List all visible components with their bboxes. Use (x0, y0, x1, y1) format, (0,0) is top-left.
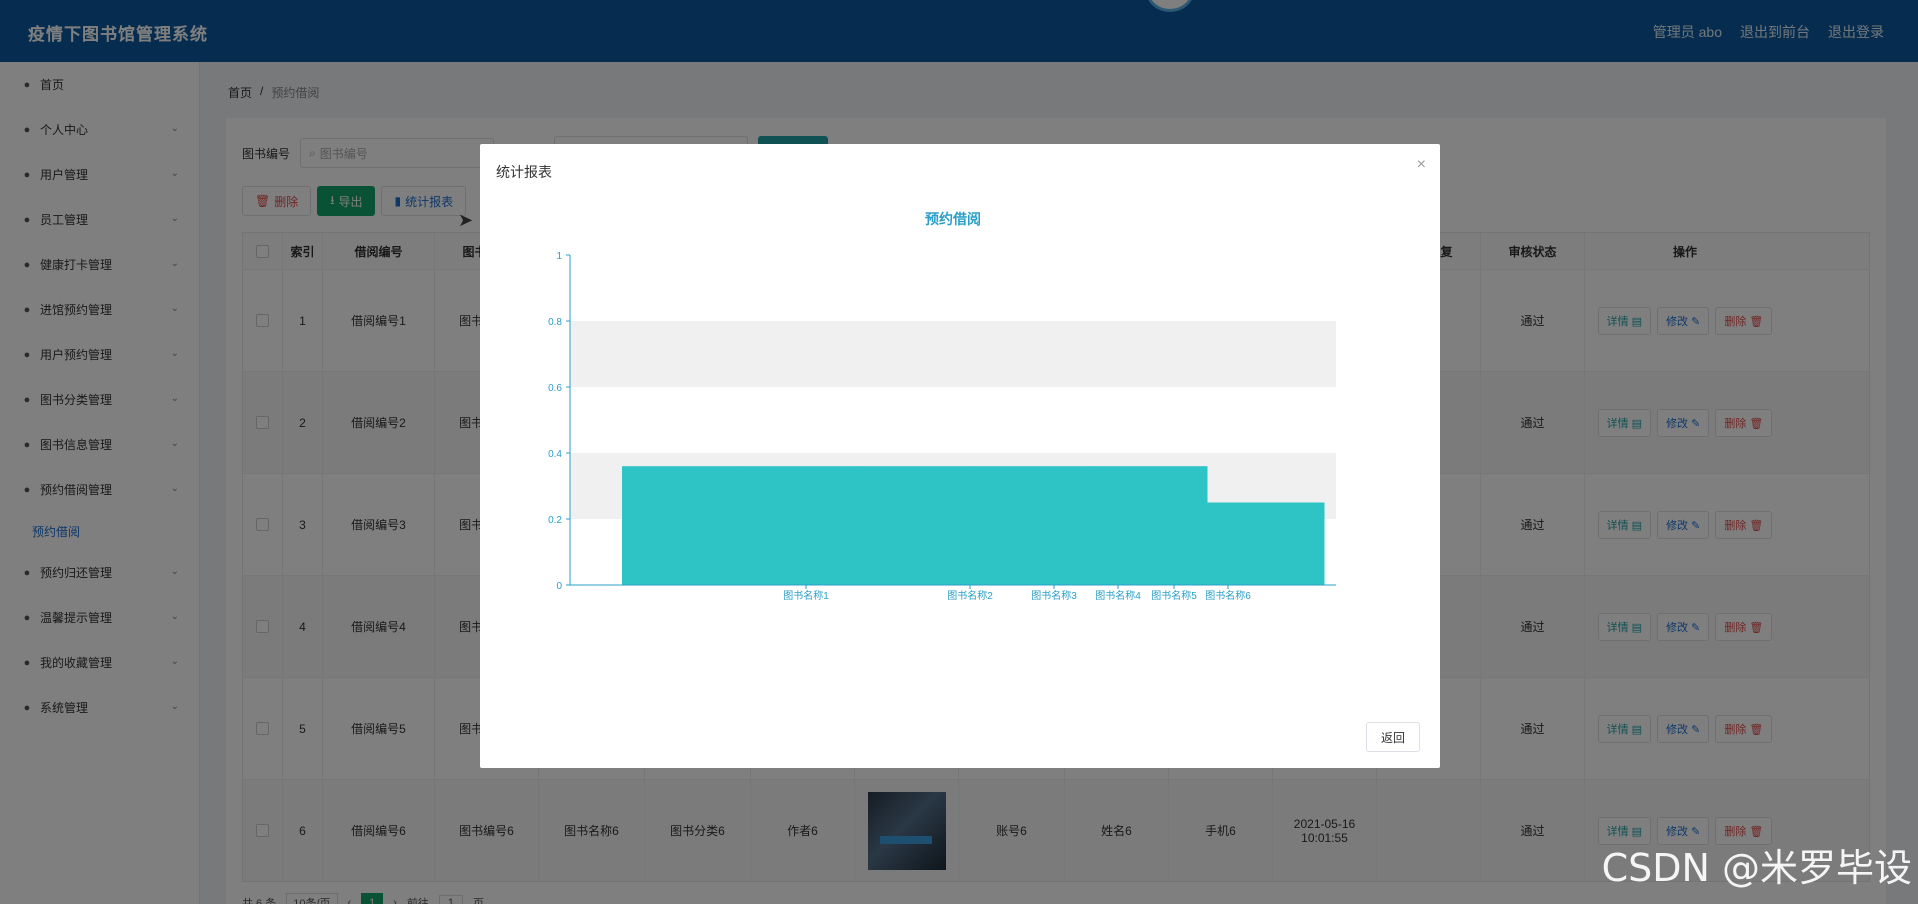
area-segment (1207, 502, 1325, 585)
y-tick-label: 0.8 (548, 317, 562, 328)
stats-modal: 统计报表 × 预约借阅 0 0.2 0.4 0.6 0.8 1 图书名称1 图书名称2 图书名称3… (480, 144, 1440, 768)
mouse-cursor-icon: ➤ (458, 210, 474, 230)
modal-title: 统计报表 (496, 164, 552, 180)
y-tick-label: 1 (556, 251, 562, 262)
y-tick-label: 0 (556, 581, 562, 592)
area-segment (739, 466, 857, 585)
close-icon[interactable]: × (1417, 156, 1426, 174)
chart-band (570, 255, 1336, 321)
back-button[interactable]: 返回 (1365, 722, 1420, 752)
chart-band (570, 387, 1336, 453)
chart-band (570, 321, 1336, 387)
watermark: CSDN @米罗毕设 (1601, 846, 1912, 890)
chart-title: 预约借阅 (925, 211, 981, 227)
x-tick-label: 图书名称2 (947, 589, 993, 602)
stats-chart: 预约借阅 0 0.2 0.4 0.6 0.8 1 图书名称1 图书名称2 图书名称3 图书名称4 图书… (548, 211, 1336, 602)
x-tick-label: 图书名称4 (1095, 589, 1141, 602)
area-segment (856, 466, 974, 585)
x-tick-label: 图书名称5 (1151, 589, 1197, 602)
area-segment (622, 466, 740, 585)
x-tick-label: 图书名称6 (1205, 589, 1251, 602)
y-tick-label: 0.6 (548, 383, 562, 394)
y-tick-label: 0.2 (548, 515, 562, 526)
area-segment (973, 466, 1091, 585)
area-segment (1090, 466, 1208, 585)
y-tick-label: 0.4 (548, 449, 562, 460)
x-tick-label: 图书名称1 (783, 589, 829, 602)
x-tick-label: 图书名称3 (1031, 589, 1077, 602)
